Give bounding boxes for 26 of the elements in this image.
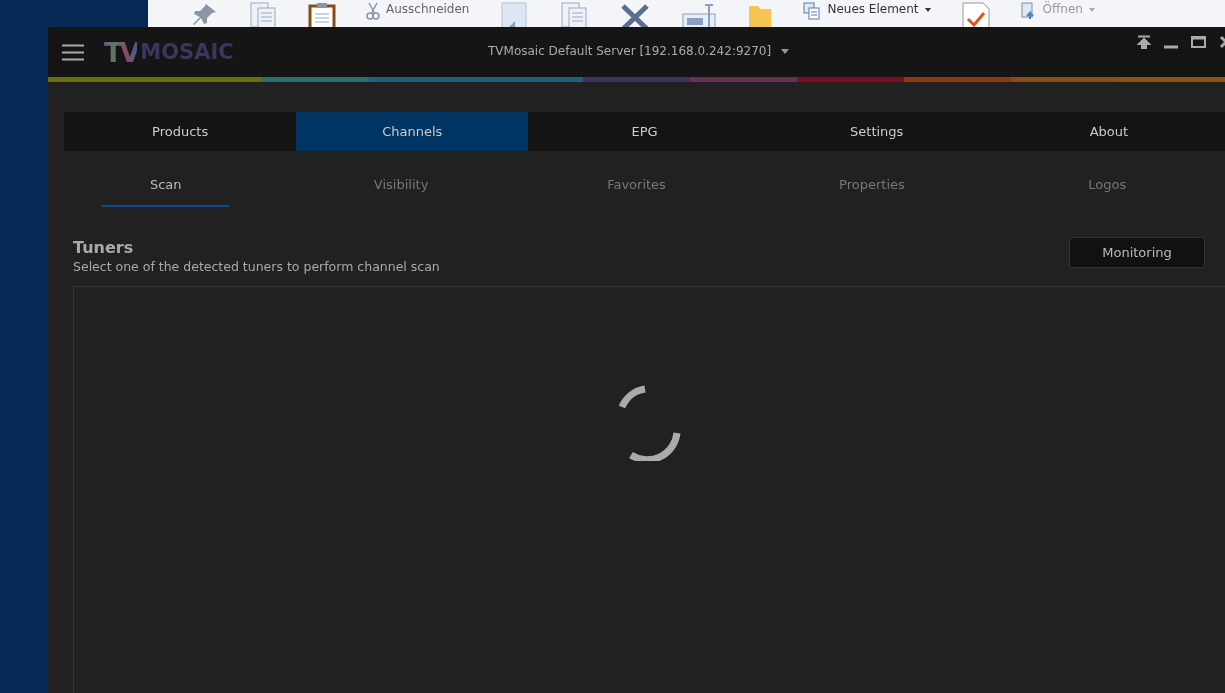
main-tab[interactable]: Channels xyxy=(296,112,529,151)
sub-tab[interactable]: Properties xyxy=(754,151,990,207)
caret-icon[interactable] xyxy=(924,8,931,12)
logo-text: MOSAIC xyxy=(140,40,234,64)
sub-tab[interactable]: Favorites xyxy=(518,151,755,207)
pushpin-icon[interactable] xyxy=(192,2,218,26)
main-tab[interactable]: Settings xyxy=(760,112,993,151)
main-tab[interactable]: Products xyxy=(64,112,297,151)
server-dropdown[interactable]: TVMosaic Default Server [192.168.0.242:9270] xyxy=(488,44,790,58)
new-item-icon[interactable] xyxy=(803,2,822,20)
monitoring-button[interactable]: Monitoring xyxy=(1069,237,1205,268)
menu-icon[interactable] xyxy=(62,43,84,61)
ribbon-label[interactable]: Neues Element xyxy=(827,2,919,16)
checked-document-icon[interactable] xyxy=(960,2,991,27)
maximize-icon[interactable] xyxy=(1191,35,1207,49)
scissors-icon[interactable] xyxy=(366,2,380,20)
pin-top-icon[interactable] xyxy=(1137,35,1151,49)
sub-tab[interactable]: Visibility xyxy=(283,151,519,207)
section-subtitle: Select one of the detected tuners to perform channel scan xyxy=(73,259,440,274)
clipboard-icon[interactable] xyxy=(308,2,336,27)
main-tab[interactable]: EPG xyxy=(528,112,761,151)
main-tab[interactable]: About xyxy=(992,112,1225,151)
sub-tab[interactable]: Scan xyxy=(48,151,284,207)
sub-tab[interactable]: Logos xyxy=(989,151,1225,207)
section-title: Tuners xyxy=(73,238,135,257)
ribbon-label[interactable]: Ausschneiden xyxy=(386,2,470,16)
